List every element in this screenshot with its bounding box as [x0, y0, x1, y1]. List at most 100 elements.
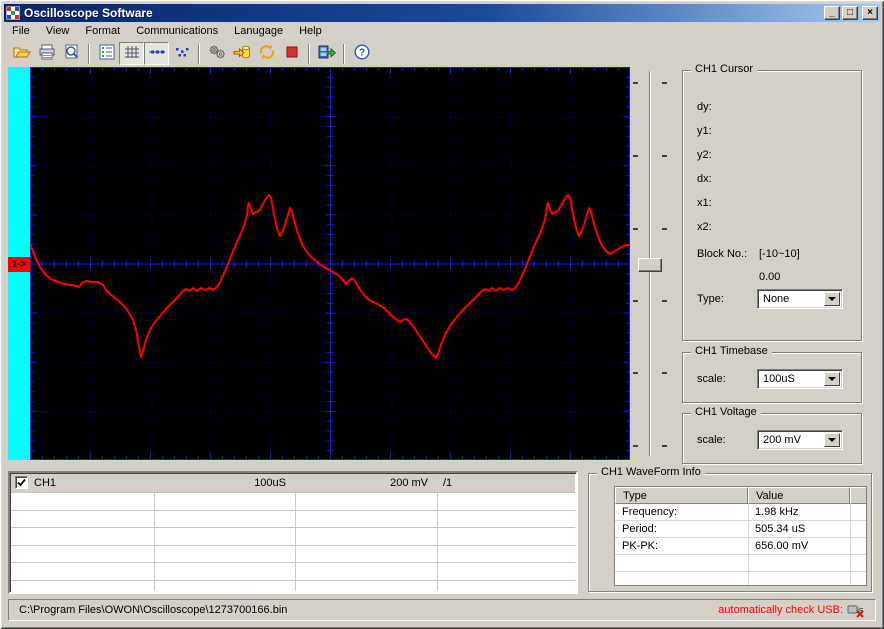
- import-cylinder-icon: [233, 44, 251, 63]
- line-display-mode-button[interactable]: [144, 42, 169, 65]
- info-type: PK-PK:: [622, 540, 659, 552]
- maximize-button[interactable]: □: [842, 6, 858, 20]
- menu-item-format[interactable]: Format: [77, 23, 128, 39]
- channel-settings-button[interactable]: [94, 42, 119, 65]
- open-button[interactable]: [9, 42, 34, 65]
- help-icon: ?: [353, 44, 371, 63]
- auto-refresh-button[interactable]: [254, 42, 279, 65]
- cursor-field-y2: y2:: [697, 149, 712, 161]
- info-empty-row: [615, 572, 866, 585]
- svg-text:?: ?: [358, 48, 364, 59]
- channel-timebase: 100uS: [254, 477, 286, 489]
- channel-name: CH1: [34, 477, 57, 489]
- settings-button[interactable]: [204, 42, 229, 65]
- slider-thumb[interactable]: [638, 258, 662, 272]
- timebase-scale-label: scale:: [697, 373, 726, 385]
- vertical-position-slider: [630, 67, 670, 460]
- panel-title: CH1 WaveForm Info: [597, 466, 705, 478]
- voltage-scale-label: scale:: [697, 434, 726, 446]
- usb-status-text: automatically check USB:: [718, 604, 843, 616]
- toggle-grid-button[interactable]: [119, 42, 144, 65]
- dashed-line-icon: [148, 44, 166, 63]
- dots-icon: [173, 44, 191, 63]
- slider-tick: [633, 372, 638, 374]
- info-row: Frequency: 1.98 kHz: [615, 504, 866, 521]
- magnifier-page-icon: [63, 44, 81, 63]
- import-data-button[interactable]: [229, 42, 254, 65]
- menu-item-communications[interactable]: Communications: [128, 23, 226, 39]
- chevron-down-icon: [828, 438, 836, 446]
- cursor-field-y1: y1:: [697, 125, 712, 137]
- block-no-label: Block No.:: [697, 248, 748, 260]
- block-no-value: 0.00: [759, 271, 781, 283]
- slider-tick: [633, 300, 638, 302]
- menu-item-view[interactable]: View: [38, 23, 78, 39]
- ch1-cursor-panel: CH1 Cursor dy: y1: y2: dx: x1: x2: Block No.:…: [682, 63, 862, 341]
- ch1-waveform-info-panel: CH1 WaveForm Info Type Value Frequency: 1…: [588, 466, 872, 592]
- dropdown-button[interactable]: [824, 433, 840, 447]
- slider-tick: [633, 445, 638, 447]
- channel-position-marker[interactable]: 1->: [8, 257, 30, 272]
- check-icon: [17, 478, 26, 487]
- scope-display: [29, 67, 631, 460]
- block-no-range: [-10~10]: [759, 248, 800, 260]
- channel-list: CH1 100uS 200 mV /1: [8, 471, 578, 594]
- app-window: Oscilloscope Software _ □ × File View Form…: [0, 0, 884, 629]
- file-path-text: C:\Program Files\OWON\Oscilloscope\12737…: [19, 604, 288, 616]
- cursor-field-dx: dx:: [697, 173, 712, 185]
- type-label: Type:: [697, 293, 724, 305]
- info-value: 505.34 uS: [755, 523, 806, 535]
- dropdown-button[interactable]: [824, 292, 840, 306]
- open-folder-icon: [13, 44, 31, 63]
- grid-icon: [123, 44, 141, 63]
- info-empty-row: [615, 555, 866, 572]
- voltage-scale-dropdown[interactable]: 200 mV: [757, 430, 843, 450]
- column-header-value: Value: [748, 487, 850, 504]
- window-title: Oscilloscope Software: [24, 6, 153, 20]
- status-bar: C:\Program Files\OWON\Oscilloscope\12737…: [8, 599, 876, 621]
- menu-item-lanugage[interactable]: Lanugage: [226, 23, 291, 39]
- dropdown-button[interactable]: [824, 372, 840, 386]
- menu-item-file[interactable]: File: [4, 23, 38, 39]
- channel-row[interactable]: CH1 100uS 200 mV /1: [11, 474, 575, 492]
- cursor-field-dy: dy:: [697, 101, 712, 113]
- toolbar-separator: [198, 43, 200, 64]
- dot-display-mode-button[interactable]: [169, 42, 194, 65]
- print-button[interactable]: [34, 42, 59, 65]
- channel-voltage: 200 mV: [390, 477, 428, 489]
- channel-list-icon: [98, 44, 116, 63]
- ch1-voltage-panel: CH1 Voltage scale: 200 mV: [682, 406, 862, 464]
- menu-item-help[interactable]: Help: [291, 23, 330, 39]
- export-film-icon: [318, 44, 336, 63]
- slider-tick: [662, 82, 667, 84]
- minimize-button[interactable]: _: [824, 6, 840, 20]
- info-value: 656.00 mV: [755, 540, 809, 552]
- print-preview-button[interactable]: [59, 42, 84, 65]
- toolbar-separator: [308, 43, 310, 64]
- column-header-extra: [850, 487, 866, 504]
- channel-checkbox[interactable]: [15, 476, 28, 489]
- printer-icon: [38, 44, 56, 63]
- timebase-scale-dropdown[interactable]: 100uS: [757, 369, 843, 389]
- export-data-button[interactable]: [314, 42, 339, 65]
- gears-icon: [208, 44, 226, 63]
- stop-square-icon: [283, 44, 301, 63]
- slider-tick: [633, 82, 638, 84]
- cursor-field-x2: x2:: [697, 221, 712, 233]
- panel-title: CH1 Timebase: [691, 345, 772, 357]
- info-row: Period: 505.34 uS: [615, 521, 866, 538]
- slider-tick: [633, 228, 638, 230]
- info-table-body: Frequency: 1.98 kHz Period: 505.34 uS PK-PK:…: [615, 504, 866, 585]
- usb-disconnected-icon: [847, 603, 865, 618]
- chevron-down-icon: [828, 377, 836, 385]
- toolbar-separator: [343, 43, 345, 64]
- cursor-type-dropdown[interactable]: None: [757, 289, 843, 309]
- toolbar-separator: [88, 43, 90, 64]
- slider-tick: [662, 372, 667, 374]
- close-button[interactable]: ×: [862, 6, 878, 20]
- slider-tick: [633, 155, 638, 157]
- stop-button[interactable]: [279, 42, 304, 65]
- column-header-type: Type: [615, 487, 748, 504]
- cursor-field-x1: x1:: [697, 197, 712, 209]
- help-button[interactable]: ?: [349, 42, 374, 65]
